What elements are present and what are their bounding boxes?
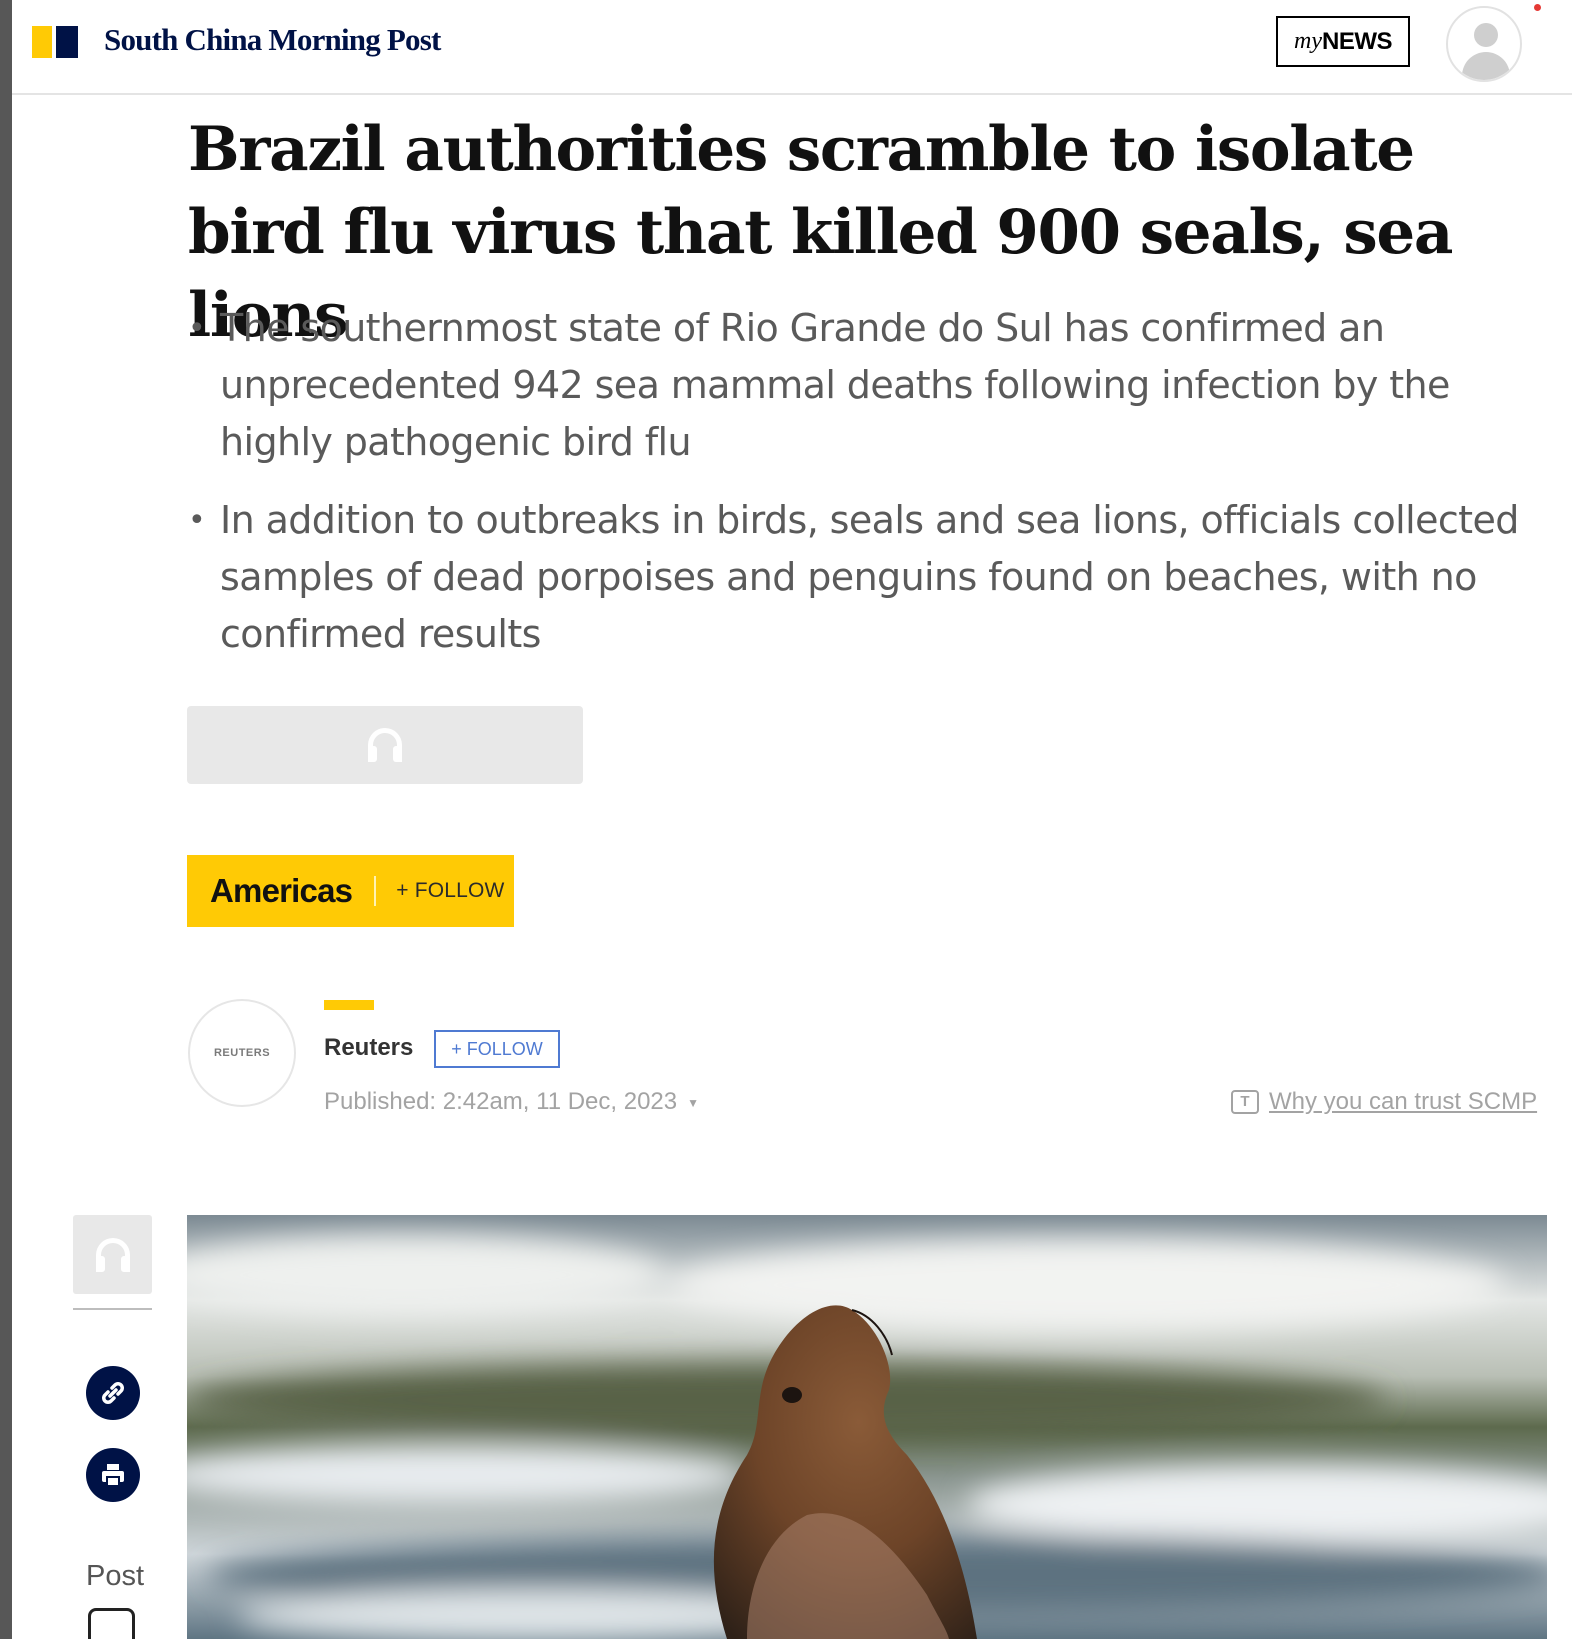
mynews-button[interactable]: my NEWS [1276,16,1410,67]
headphones-icon [366,728,404,762]
post-label: Post [86,1560,145,1592]
print-icon [102,1464,124,1487]
topic-name[interactable]: Americas [210,872,353,910]
trust-scmp-link[interactable]: T Why you can trust SCMP [1231,1087,1537,1117]
logo-navy-block [56,26,78,58]
side-audio-button[interactable] [73,1215,152,1294]
trust-icon: T [1231,1090,1259,1114]
site-header: South China Morning Post my NEWS [12,0,1572,95]
topic-tag[interactable]: Americas + FOLLOW [187,855,514,927]
reuters-logo-text: REUTERS [213,1047,271,1059]
topic-follow-button[interactable]: + FOLLOW [396,879,504,903]
author-avatar[interactable]: REUTERS [188,999,296,1107]
scmp-logo-mark[interactable] [32,26,78,58]
topic-divider [374,876,377,906]
print-button[interactable] [86,1448,140,1502]
trust-link-text[interactable]: Why you can trust SCMP [1269,1087,1537,1117]
published-text: Published: 2:42am, 11 Dec, 2023 [324,1088,678,1115]
copy-link-button[interactable] [86,1366,140,1420]
browser-edge [0,0,12,1639]
summary-bullet: In addition to outbreaks in birds, seals… [188,492,1548,663]
author-name[interactable]: Reuters [324,1032,413,1064]
user-avatar-icon[interactable] [1446,6,1522,82]
listen-audio-button[interactable] [187,706,583,784]
headphones-icon [94,1237,132,1272]
chevron-down-icon[interactable]: ▼ [687,1096,699,1110]
published-date[interactable]: Published: 2:42am, 11 Dec, 2023 ▼ [324,1087,699,1118]
avatar-body [1462,52,1510,80]
author-follow-button[interactable]: + FOLLOW [434,1030,560,1068]
article-summary: The southernmost state of Rio Grande do … [188,300,1548,684]
mynews-label: NEWS [1321,27,1393,55]
post-checkbox[interactable] [88,1608,135,1639]
summary-bullet: The southernmost state of Rio Grande do … [188,300,1548,471]
sidebar-divider [73,1308,152,1310]
sea-lion-photo [187,1215,1547,1639]
logo-yellow-block [32,26,52,58]
link-icon [102,1382,124,1404]
brand-name[interactable]: South China Morning Post [104,20,441,60]
author-accent-bar [324,1000,374,1010]
avatar-head [1474,23,1498,47]
article-hero-image[interactable] [187,1215,1547,1639]
notification-dot [1534,4,1541,11]
mynews-prefix: my [1294,28,1322,54]
